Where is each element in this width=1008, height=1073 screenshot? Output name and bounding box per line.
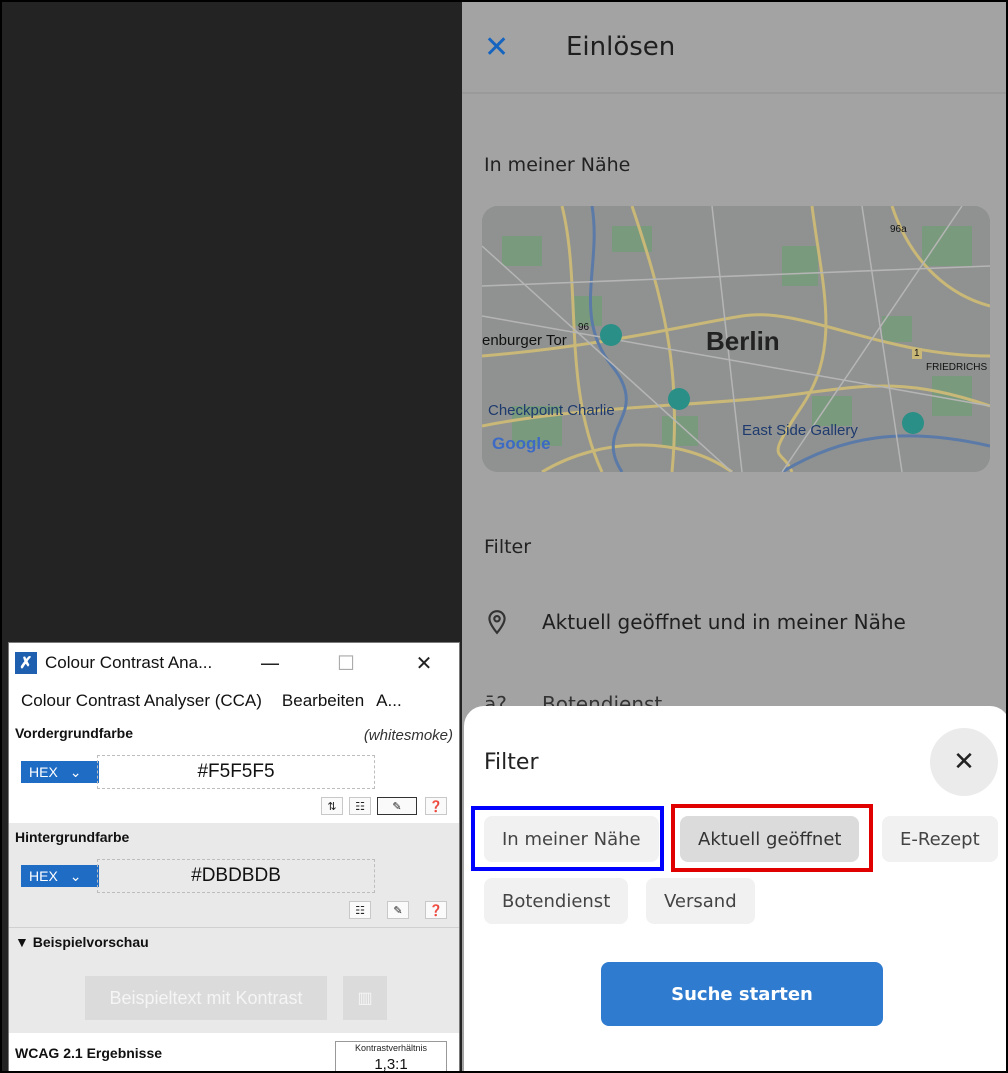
preview-toggle[interactable]: ▼ Beispielvorschau [15, 934, 149, 950]
filter-row-open-nearby[interactable]: Aktuell geöffnet und in meiner Nähe [484, 602, 906, 642]
app-header: ✕ Einlösen [462, 2, 1006, 94]
sheet-close-button[interactable]: ✕ [930, 728, 998, 796]
background-label: Hintergrundfarbe [15, 829, 130, 845]
color-sliders-icon[interactable]: ☷ [349, 797, 371, 815]
cca-menubar: Colour Contrast Analyser (CCA) Bearbeite… [9, 683, 459, 719]
background-section: Hintergrundfarbe HEX ⌄ #DBDBDB ☷ ✎ ❓ [9, 823, 459, 927]
map-label: 96 [578, 322, 590, 333]
foreground-section: Vordergrundfarbe (whitesmoke) HEX ⌄ #F5F5… [9, 719, 459, 823]
wcag-results-section: WCAG 2.1 Ergebnisse Kontrastverhältnis 1… [9, 1033, 459, 1073]
format-label: HEX [29, 764, 58, 780]
swap-colors-icon[interactable]: ⇅ [321, 797, 343, 815]
chip-botendienst[interactable]: Botendienst [484, 878, 629, 924]
background-format-select[interactable]: HEX ⌄ [21, 865, 99, 887]
map-label: FRIEDRICHS [926, 362, 988, 373]
location-pin-icon [488, 610, 506, 635]
eyedropper-icon[interactable]: ✎ [377, 797, 417, 815]
maximize-button[interactable]: ☐ [331, 649, 361, 677]
foreground-color-name: (whitesmoke) [363, 727, 453, 744]
page-title: Einlösen [566, 32, 676, 62]
help-icon[interactable]: ❓ [425, 901, 447, 919]
filter-section-label: Filter [484, 536, 532, 558]
filter-row-label: Aktuell geöffnet und in meiner Nähe [542, 610, 906, 634]
chip-e-rezept[interactable]: E-Rezept [882, 816, 998, 862]
map-label: 96a [890, 224, 907, 235]
preview-sample-text: Beispieltext mit Kontrast [85, 976, 327, 1020]
menu-item-edit[interactable]: Bearbeiten [282, 691, 364, 711]
search-start-button[interactable]: Suche starten [601, 962, 883, 1026]
landmark-pin-icon[interactable] [668, 388, 690, 410]
highlight-box-blue [471, 806, 664, 871]
chip-versand[interactable]: Versand [646, 878, 755, 924]
map-label: Checkpoint Charlie [488, 402, 615, 419]
filter-bottom-sheet: Filter ✕ In meiner Nähe Aktuell geöffnet… [464, 706, 1006, 1071]
close-icon: ✕ [953, 747, 975, 777]
background-hex-input[interactable]: #DBDBDB [97, 859, 375, 893]
sheet-title: Filter [484, 750, 539, 775]
landmark-pin-icon[interactable] [902, 412, 924, 434]
eyedropper-icon[interactable]: ✎ [387, 901, 409, 919]
nearby-section-label: In meiner Nähe [484, 154, 631, 176]
preview-section: ▼ Beispielvorschau Beispieltext mit Kont… [9, 927, 459, 1033]
preview-chart-icon: ▥ [343, 976, 387, 1020]
map-label: 1 [912, 348, 922, 359]
cca-window-title: Colour Contrast Ana... [45, 653, 213, 672]
color-sliders-icon[interactable]: ☷ [349, 901, 371, 919]
foreground-hex-input[interactable]: #F5F5F5 [97, 755, 375, 789]
menu-item-more[interactable]: A... [376, 691, 402, 711]
wcag-results-label: WCAG 2.1 Ergebnisse [15, 1045, 163, 1061]
map-label: East Side Gallery [742, 422, 858, 439]
menu-item-cca[interactable]: Colour Contrast Analyser (CCA) [21, 691, 262, 711]
foreground-label: Vordergrundfarbe [15, 725, 133, 741]
foreground-format-select[interactable]: HEX ⌄ [21, 761, 99, 783]
chevron-down-icon: ⌄ [69, 867, 82, 884]
contrast-ratio-box: Kontrastverhältnis 1,3:1 [335, 1041, 447, 1073]
highlight-box-red [671, 804, 873, 872]
landmark-pin-icon[interactable] [600, 324, 622, 346]
contrast-ratio-label: Kontrastverhältnis [354, 1043, 428, 1053]
google-logo: Google [492, 434, 551, 453]
format-label: HEX [29, 868, 58, 884]
cca-window: ✗ Colour Contrast Ana... — ☐ ✕ Colour Co… [8, 642, 460, 1073]
help-icon[interactable]: ❓ [425, 797, 447, 815]
map-preview[interactable]: enburger Tor Berlin Checkpoint Charlie E… [482, 206, 990, 472]
cca-titlebar[interactable]: ✗ Colour Contrast Ana... — ☐ ✕ [9, 643, 459, 683]
map-label: enburger Tor [482, 332, 567, 349]
window-close-button[interactable]: ✕ [409, 649, 439, 677]
map-city-label: Berlin [706, 326, 780, 356]
close-icon[interactable]: ✕ [484, 30, 520, 66]
chevron-down-icon: ⌄ [69, 763, 82, 780]
minimize-button[interactable]: — [255, 649, 285, 677]
cca-app-icon: ✗ [15, 652, 37, 674]
screen: ✕ Einlösen In meiner Nähe enburger Tor B… [0, 0, 1008, 1073]
contrast-ratio-value: 1,3:1 [374, 1056, 408, 1073]
